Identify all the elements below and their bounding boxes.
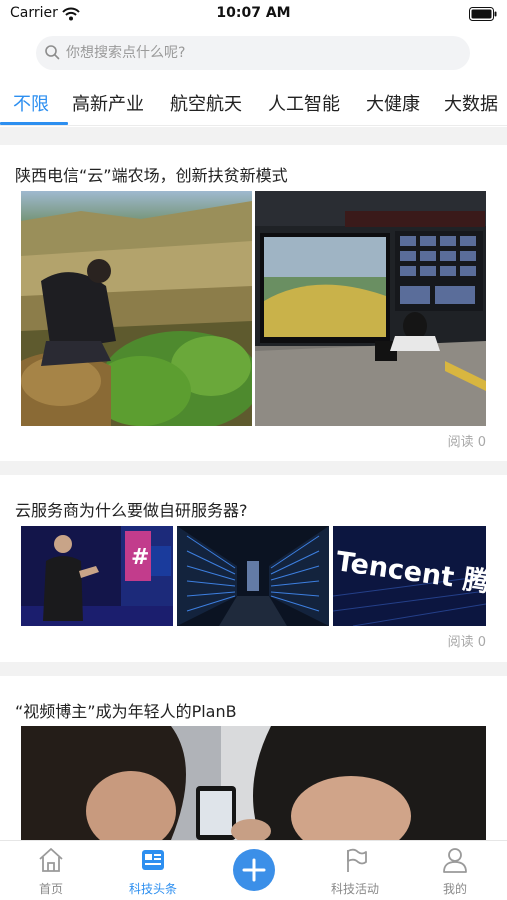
category-tabs: 不限 高新产业 航空航天 人工智能 大健康 大数据	[0, 82, 507, 126]
tab-big-data[interactable]: 大数据	[444, 90, 498, 116]
search-bar[interactable]	[36, 36, 470, 70]
section-divider	[0, 662, 507, 676]
video-blogger-photo[interactable]	[21, 726, 486, 840]
article-card[interactable]: “视频博主”成为年轻人的PlanB	[0, 676, 507, 840]
nav-profile[interactable]: 我的	[415, 847, 495, 897]
article-card[interactable]: 云服务商为什么要做自研服务器? # Tencent 腾 阅读 0	[0, 475, 507, 662]
article-title[interactable]: “视频博主”成为年轻人的PlanB	[15, 698, 237, 722]
tab-health[interactable]: 大健康	[366, 90, 420, 116]
tab-high-tech[interactable]: 高新产业	[72, 90, 144, 116]
article-title[interactable]: 陕西电信“云”端农场，创新扶贫新模式	[15, 162, 288, 186]
nav-home[interactable]: 首页	[11, 847, 91, 897]
add-button[interactable]	[233, 849, 275, 891]
plus-icon	[233, 858, 275, 895]
news-icon	[139, 850, 167, 877]
nav-tech-events-label: 科技活动	[330, 882, 379, 896]
nav-tech-events[interactable]: 科技活动	[315, 847, 395, 897]
nav-profile-label: 我的	[442, 882, 467, 896]
speaker-photo[interactable]: #	[21, 526, 173, 626]
active-tab-indicator	[0, 122, 68, 125]
read-count: 阅读 0	[447, 635, 486, 650]
status-bar: Carrier 10:07 AM	[0, 0, 507, 28]
read-count: 阅读 0	[447, 435, 486, 450]
battery-icon	[469, 6, 497, 25]
server-room-photo[interactable]	[177, 526, 329, 626]
section-divider	[0, 461, 507, 475]
svg-text:#: #	[131, 545, 149, 570]
tencent-photo[interactable]: Tencent 腾	[333, 526, 486, 626]
farm-photo[interactable]	[21, 191, 252, 426]
article-title[interactable]: 云服务商为什么要做自研服务器?	[15, 497, 248, 521]
home-icon	[37, 848, 65, 877]
control-room-photo[interactable]	[255, 191, 486, 426]
search-icon	[44, 44, 60, 64]
tab-ai[interactable]: 人工智能	[268, 90, 340, 116]
tab-all[interactable]: 不限	[13, 90, 49, 116]
section-divider	[0, 127, 507, 145]
user-icon	[441, 848, 469, 877]
clock: 10:07 AM	[216, 5, 291, 21]
nav-tech-news-label: 科技头条	[128, 882, 177, 896]
search-input[interactable]	[66, 36, 456, 70]
tab-aerospace[interactable]: 航空航天	[170, 90, 242, 116]
nav-tech-news[interactable]: 科技头条	[113, 847, 193, 897]
nav-home-label: 首页	[38, 882, 63, 896]
article-card[interactable]: 陕西电信“云”端农场，创新扶贫新模式 阅读 0	[0, 145, 507, 461]
flag-icon	[341, 848, 369, 877]
